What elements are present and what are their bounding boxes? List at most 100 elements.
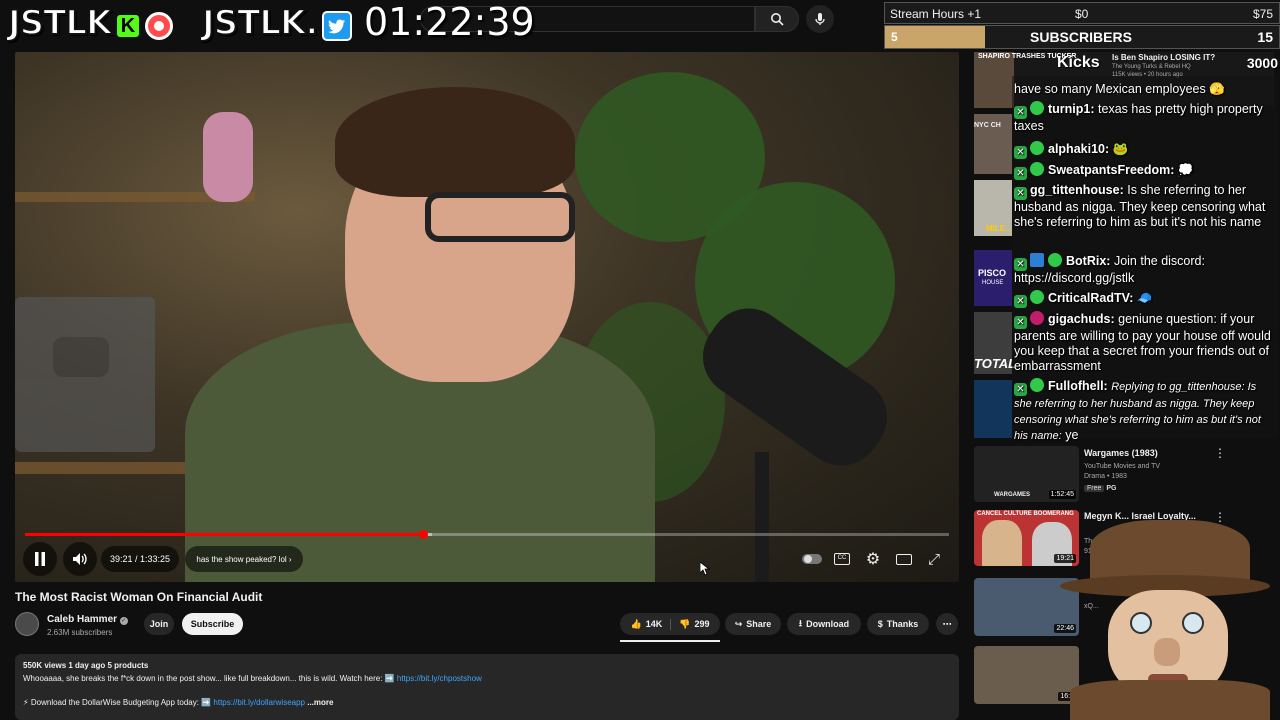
rec-meta: YouTube Movies and TV Drama • 1983 Free … — [1084, 462, 1160, 494]
kick-badge-icon — [1030, 162, 1044, 176]
stream-hours-min: $0 — [1075, 7, 1089, 21]
rec-menu-button[interactable]: ⋮ — [1214, 446, 1226, 460]
dislike-count: 299 — [694, 619, 710, 629]
chat-username: turnip1: — [1048, 102, 1095, 116]
like-count: 14K — [645, 619, 663, 629]
theater-icon — [896, 553, 912, 565]
rec-thumb-text: WARGAMES — [994, 492, 1030, 498]
pause-button[interactable] — [23, 542, 57, 576]
progress-bar[interactable] — [25, 530, 949, 539]
progress-played — [25, 533, 424, 536]
chat-username: gigachuds: — [1048, 312, 1115, 326]
rec-thumb-text: MILE... — [986, 224, 1012, 233]
video-title: The Most Racist Woman On Financial Audit — [15, 590, 263, 604]
play-button-plaque — [15, 297, 155, 452]
settings-button[interactable]: ⚙ — [858, 544, 888, 574]
thumbs-up-icon: 👍 — [630, 618, 642, 629]
more-horizontal-icon: ⋯ — [942, 618, 952, 629]
rec-thumbnail-total[interactable]: TOTAL — [974, 312, 1016, 374]
twitter-bird-icon — [322, 11, 352, 41]
rec-thumbnail-mile[interactable]: MILE... — [974, 180, 1012, 236]
rec-thumbnail-nyc[interactable]: NYC CH — [974, 114, 1012, 174]
gear-icon: ⚙ — [865, 551, 881, 568]
mod-badge-icon: ✕ — [1014, 187, 1027, 200]
super-thanks-icon: $ — [877, 619, 883, 629]
kicks-goal-value: 3000 — [1246, 55, 1278, 71]
voice-search-button[interactable] — [806, 5, 834, 33]
fullscreen-icon: ⤢ — [927, 550, 940, 568]
join-button[interactable]: Join — [144, 613, 174, 635]
stream-chat: have so many Mexican employees 🫣 ✕ turnip… — [1012, 76, 1278, 442]
subscribe-button[interactable]: Subscribe — [182, 613, 243, 635]
time-display: 39:21 / 1:33:25 — [101, 546, 179, 572]
show-more-button[interactable]: ...more — [307, 698, 333, 707]
like-button[interactable]: 👍 14K — [630, 618, 672, 630]
channel-avatar[interactable] — [15, 612, 39, 636]
chapter-title: has the show peaked? lol — [196, 554, 287, 564]
volume-icon — [73, 553, 87, 565]
chat-message: ✕ CriticalRadTV: 🧢 — [1014, 290, 1153, 308]
kicks-label: Kicks — [1057, 54, 1100, 71]
stream-hours-goal: Stream Hours +1 $0 $75 — [884, 2, 1280, 24]
share-button[interactable]: ↪ Share — [725, 613, 781, 635]
stream-logo-right: JSTLK. — [201, 2, 319, 44]
description-line-2: ⚡ Download the DollarWise Budgeting App … — [23, 697, 951, 710]
chat-message: ✕ gigachuds: geniune question: if your pa… — [1014, 311, 1276, 374]
mouse-cursor-icon — [700, 562, 710, 576]
autoplay-toggle[interactable] — [797, 544, 827, 574]
subscribers-progress-fill — [885, 26, 985, 48]
chat-message: ✕ Fullofhell: Replying to gg_tittenhouse:… — [1014, 378, 1276, 444]
dislike-button[interactable]: 👎 299 — [671, 619, 709, 630]
subscribers-current: 5 — [891, 30, 898, 44]
more-actions-button[interactable]: ⋯ — [936, 613, 958, 635]
rec-thumb-text: HOUSE — [982, 280, 1004, 286]
search-button[interactable] — [755, 6, 799, 32]
video-player[interactable]: 39:21 / 1:33:25 has the show peaked? lol… — [15, 52, 959, 582]
kick-letter: K — [120, 14, 136, 37]
rec-title[interactable]: Wargames (1983) — [1084, 448, 1158, 458]
description-meta: 550K views 1 day ago 5 products — [23, 661, 149, 670]
rec-duration: 1:52:45 — [1048, 490, 1076, 499]
rec-thumbnail-wargames[interactable]: WARGAMES 1:52:45 — [974, 446, 1079, 502]
chat-text: ye — [1065, 428, 1079, 442]
stream-hours-label: Stream Hours +1 — [890, 7, 982, 21]
rec-thumbnail-jet[interactable] — [974, 380, 1012, 438]
chat-username: alphaki10: — [1048, 142, 1110, 156]
rec-face — [982, 520, 1022, 566]
kick-badge-icon — [1030, 101, 1044, 115]
rec-badge-free: Free — [1084, 485, 1105, 492]
fullscreen-button[interactable]: ⤢ — [919, 544, 949, 574]
description-link[interactable]: https://bit.ly/chpostshow — [397, 674, 482, 683]
rec-badges: Free PG — [1084, 484, 1160, 494]
rec-info: Drama • 1983 — [1084, 473, 1127, 480]
chapter-button[interactable]: has the show peaked? lol › — [185, 546, 303, 572]
mod-badge-icon: ✕ — [1014, 383, 1027, 396]
share-label: Share — [746, 619, 772, 629]
verified-badge-icon — [1048, 253, 1062, 267]
volume-button[interactable] — [63, 542, 97, 576]
chat-message: ✕ BotRix: Join the discord: https://disco… — [1014, 253, 1276, 286]
thanks-button[interactable]: $ Thanks — [867, 613, 929, 635]
person-hair — [335, 87, 575, 197]
nose — [1154, 638, 1180, 666]
thanks-label: Thanks — [886, 619, 919, 629]
mod-badge-icon: ✕ — [1014, 316, 1027, 329]
description-text: Whooaaaa, she breaks the f*ck down in th… — [23, 673, 385, 683]
kick-badge-icon — [1030, 141, 1044, 155]
arrow-right-icon: ➡️ — [201, 698, 212, 707]
chat-text: 🐸 — [1112, 142, 1129, 156]
channel-name[interactable]: Caleb Hammer ✓ — [47, 614, 128, 625]
download-button[interactable]: ⭳ Download — [787, 613, 861, 635]
description-line-1: Whooaaaa, she breaks the f*ck down in th… — [23, 673, 951, 686]
trench-coat — [1070, 680, 1270, 720]
rec-thumbnail-pisco[interactable]: PISCO HOUSE — [974, 250, 1012, 306]
description-link[interactable]: https://bit.ly/dollarwiseapp — [213, 698, 305, 707]
theater-mode-button[interactable] — [889, 544, 919, 574]
captions-button[interactable]: CC — [827, 544, 857, 574]
chat-username: BotRix: — [1066, 254, 1111, 268]
description-box[interactable]: 550K views 1 day ago 5 products Whooaaaa… — [15, 654, 959, 720]
captions-icon: CC — [834, 553, 850, 565]
chat-message: have so many Mexican employees 🫣 — [1014, 82, 1225, 97]
chat-username: CriticalRadTV: — [1048, 291, 1134, 305]
pause-icon — [35, 552, 45, 566]
